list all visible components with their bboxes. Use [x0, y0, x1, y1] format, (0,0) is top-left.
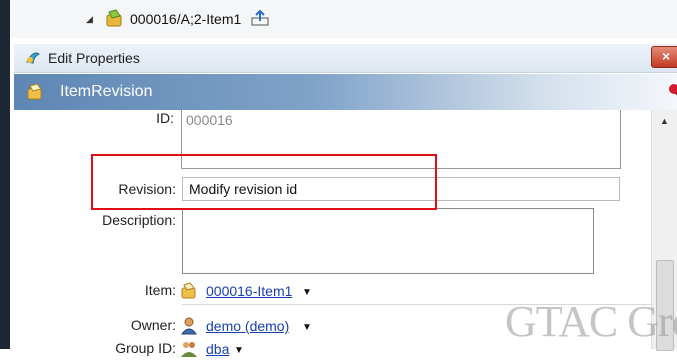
item-revision-icon: [26, 83, 46, 101]
item-reference: 000016-Item1 ▼: [180, 282, 360, 302]
scroll-up-icon[interactable]: ▲: [660, 116, 669, 126]
id-label: ID:: [156, 110, 174, 126]
owner-reference: demo (demo) ▼: [180, 317, 360, 337]
section-header: ItemRevision: [14, 74, 677, 110]
edit-properties-icon: [24, 48, 42, 66]
owner-label: Owner:: [130, 317, 176, 333]
watermark: GTAC Gre: [505, 297, 677, 346]
item-label: Item:: [144, 282, 176, 298]
close-button[interactable]: ×: [651, 46, 677, 68]
tree-row[interactable]: ◢ 000016/A;2-Item1: [10, 0, 677, 38]
expand-triangle-icon[interactable]: ◢: [86, 14, 93, 25]
upload-icon[interactable]: [250, 9, 270, 27]
id-value: 000016: [186, 112, 233, 128]
highlight-box: [91, 154, 437, 210]
description-label: Description:: [102, 212, 176, 228]
description-textarea[interactable]: [182, 208, 594, 274]
left-border: [0, 0, 10, 349]
section-title: ItemRevision: [60, 83, 153, 100]
item-link[interactable]: 000016-Item1: [206, 283, 292, 299]
owner-dropdown-icon[interactable]: ▼: [302, 322, 312, 333]
tree-item-label[interactable]: 000016/A;2-Item1: [130, 11, 241, 27]
group-dropdown-icon[interactable]: ▼: [234, 345, 244, 356]
pin-icon[interactable]: [666, 82, 677, 100]
group-link[interactable]: dba: [206, 341, 229, 357]
user-icon: [180, 317, 198, 335]
dialog-title-bar: Edit Properties ×: [14, 44, 677, 73]
dialog-title: Edit Properties: [48, 50, 140, 66]
close-icon: ×: [662, 48, 671, 64]
group-icon: [180, 340, 198, 358]
owner-link[interactable]: demo (demo): [206, 318, 289, 334]
item-dropdown-icon[interactable]: ▼: [302, 287, 312, 298]
item-icon: [180, 282, 198, 300]
group-label: Group ID:: [115, 340, 176, 356]
group-reference: dba ▼: [180, 340, 300, 360]
item-revision-icon: [104, 9, 126, 29]
